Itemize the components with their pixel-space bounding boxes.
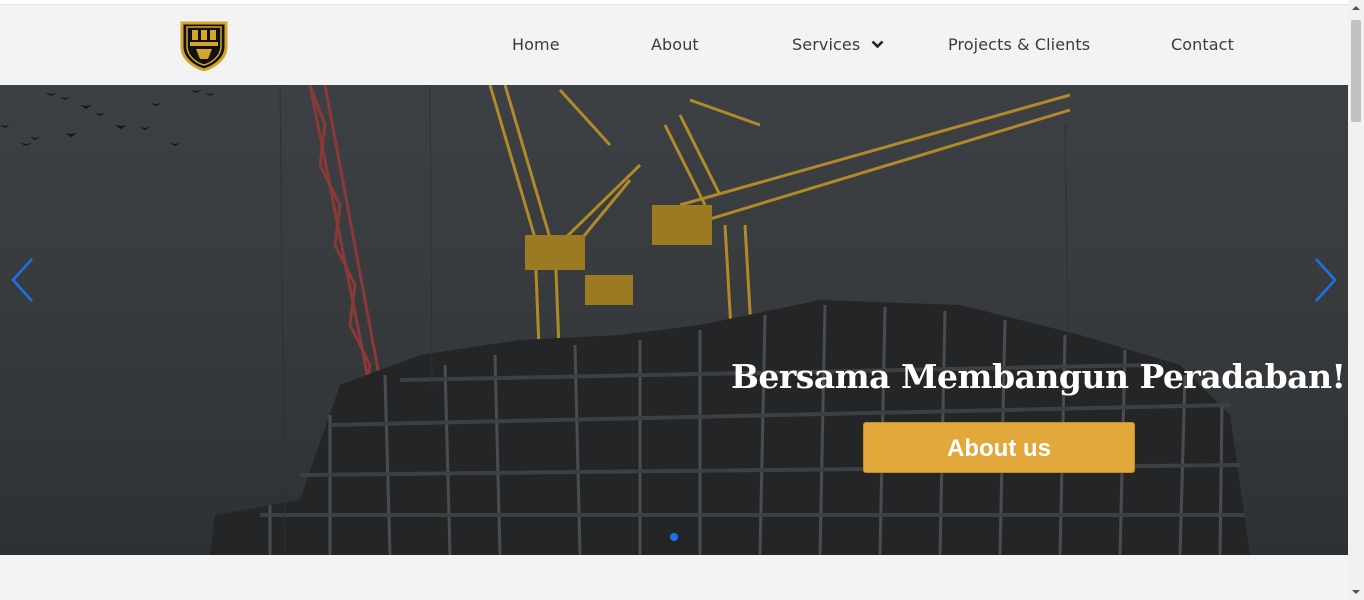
scrollbar[interactable] bbox=[1348, 0, 1364, 600]
scrollbar-thumb[interactable] bbox=[1351, 20, 1361, 122]
carousel-indicator[interactable] bbox=[670, 533, 678, 541]
hero-carousel: Bersama Membangun Peradaban! About us bbox=[0, 85, 1348, 555]
chevron-down-icon bbox=[872, 40, 884, 49]
nav-about[interactable]: About bbox=[651, 35, 699, 54]
about-us-button[interactable]: About us bbox=[863, 422, 1135, 473]
hero-headline: Bersama Membangun Peradaban! bbox=[731, 357, 1346, 396]
chevron-left-icon[interactable] bbox=[8, 255, 38, 305]
nav-services-label: Services bbox=[792, 35, 861, 54]
nav-projects-clients[interactable]: Projects & Clients bbox=[948, 35, 1090, 54]
navbar: Home About Services Projects & Clients C… bbox=[0, 4, 1348, 86]
company-logo[interactable] bbox=[178, 17, 230, 71]
chevron-right-icon[interactable] bbox=[1310, 255, 1340, 305]
scroll-down-icon[interactable] bbox=[1352, 588, 1360, 596]
nav-contact[interactable]: Contact bbox=[1171, 35, 1234, 54]
nav-services[interactable]: Services bbox=[792, 35, 884, 54]
construction-site-image bbox=[0, 85, 1250, 555]
scroll-up-icon[interactable] bbox=[1352, 4, 1360, 12]
nav-home[interactable]: Home bbox=[512, 35, 560, 54]
